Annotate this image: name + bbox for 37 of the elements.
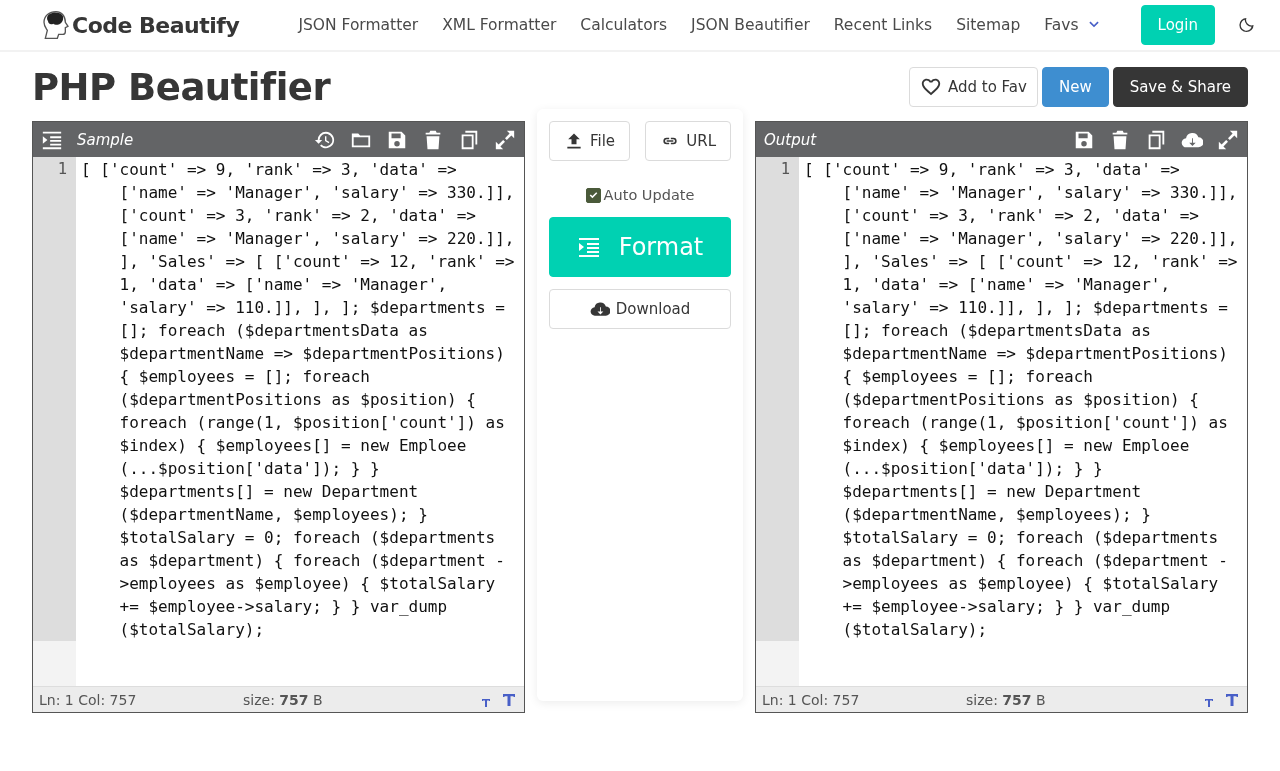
nav-link[interactable]: Calculators (580, 16, 668, 34)
font-smaller-icon[interactable] (1203, 696, 1215, 709)
brain-logo-icon[interactable] (40, 8, 72, 42)
nav-link[interactable]: XML Formatter (442, 16, 557, 34)
font-smaller-icon[interactable] (480, 696, 492, 709)
favs-dropdown[interactable]: Favs (1044, 16, 1101, 34)
fullscreen-icon[interactable] (494, 128, 516, 151)
fullscreen-icon[interactable] (1217, 128, 1239, 151)
checkbox-label[interactable]: Auto Update (603, 187, 695, 203)
logo-text[interactable]: Code Beautify (72, 12, 240, 38)
code-editor[interactable] (32, 121, 525, 713)
editor-title: Sample (77, 130, 134, 149)
code-text: [ ['count' => 9, 'rank' => 3, 'data' => ['name' => 'Manager', 'salary' => 330.]], ['count' => 3, 'rank' => 2, 'data' => ['name' => 'Manager', 'salary' => 220.]], ], 'Sales' => [ ['count' => 12, 'rank' => 1, 'data' => ['name' => 'Manager', 'salary' => 110.]], ], ]; $departments = []; foreach ($departmentsData as $departmentName => $departmentPositions) { $employees = []; foreach ($departmentPositions as $position) { foreach (range(1, $position['count']) as $index) { $employees[] = new Emploee (...$position['data']); } } $departments[] = new Department ($departmentName, $employees); } $totalSalary = 0; foreach ($departments as $department) { foreach ($department ->employees as $employee) { $totalSalary += $employee->salary; } } var_dump ($totalSalary); (80, 159, 516, 641)
nav-link[interactable]: Recent Links (833, 16, 933, 34)
checkbox[interactable] (585, 187, 601, 203)
file-size: size: 757 B (966, 691, 1046, 708)
code-editor[interactable] (755, 121, 1248, 713)
nav-link[interactable]: JSON Beautifier (691, 16, 810, 34)
cursor-position: Ln: 1 Col: 757 (39, 691, 138, 708)
indent-icon (576, 235, 601, 259)
line-number: 1 (756, 157, 799, 641)
add-to-fav-button[interactable]: Add to Fav (908, 67, 1038, 107)
file-upload-button[interactable]: File (549, 121, 631, 161)
code-text: [ ['count' => 9, 'rank' => 3, 'data' => ['name' => 'Manager', 'salary' => 330.]], ['count' => 3, 'rank' => 2, 'data' => ['name' => 'Manager', 'salary' => 220.]], ], 'Sales' => [ ['count' => 12, 'rank' => 1, 'data' => ['name' => 'Manager', 'salary' => 110.]], ], ]; $departments = []; foreach ($departmentsData as $departmentName => $departmentPositions) { $employees = []; foreach ($departmentPositions as $position) { foreach (range(1, $position['count']) as $index) { $employees[] = new Emploee (...$position['data']); } } $departments[] = new Department ($departmentName, $employees); } $totalSalary = 0; foreach ($departments as $department) { foreach ($department ->employees as $employee) { $totalSalary += $employee->salary; } } var_dump ($totalSalary); (803, 159, 1239, 641)
download-button[interactable]: Download (549, 289, 731, 329)
page-title: PHP Beautifier (32, 65, 331, 109)
file-size: size: 757 B (243, 691, 323, 708)
new-button[interactable]: New (1041, 67, 1109, 107)
nav-link[interactable]: JSON Formatter (298, 16, 419, 34)
line-number: 1 (33, 157, 76, 641)
url-button[interactable]: URL (645, 121, 731, 161)
save-share-button[interactable]: Save & Share (1112, 67, 1248, 107)
upload-icon (564, 131, 584, 151)
heart-icon (919, 76, 942, 98)
editor-title: Output (764, 130, 817, 149)
nav-link[interactable]: Sitemap (956, 16, 1021, 34)
cursor-position: Ln: 1 Col: 757 (762, 691, 861, 708)
